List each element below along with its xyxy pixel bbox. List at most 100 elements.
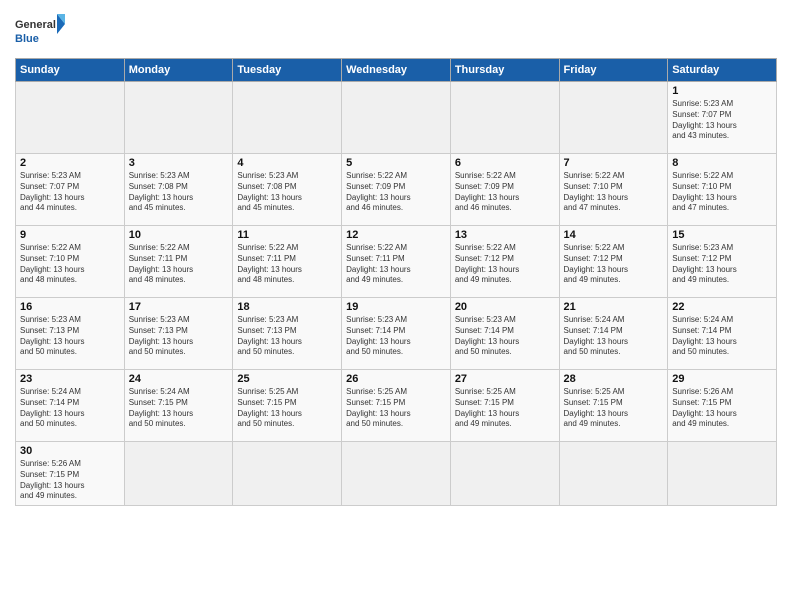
logo-svg: General Blue	[15, 10, 65, 52]
day-number: 24	[129, 373, 229, 385]
day-header-wednesday: Wednesday	[342, 59, 451, 82]
day-number: 14	[564, 229, 664, 241]
calendar-cell: 24 Sunrise: 5:24 AM Sunset: 7:15 PM Dayli…	[124, 370, 233, 442]
calendar-cell: 15 Sunrise: 5:23 AM Sunset: 7:12 PM Dayli…	[668, 226, 777, 298]
calendar-cell: 9 Sunrise: 5:22 AM Sunset: 7:10 PM Daylig…	[16, 226, 125, 298]
page-header: General Blue	[15, 10, 777, 52]
day-info: Sunrise: 5:22 AM Sunset: 7:11 PM Dayligh…	[237, 243, 337, 286]
calendar-cell	[124, 442, 233, 506]
calendar-cell: 5 Sunrise: 5:22 AM Sunset: 7:09 PM Daylig…	[342, 154, 451, 226]
day-info: Sunrise: 5:22 AM Sunset: 7:12 PM Dayligh…	[564, 243, 664, 286]
day-info: Sunrise: 5:24 AM Sunset: 7:15 PM Dayligh…	[129, 387, 229, 430]
calendar-week-row: 1 Sunrise: 5:23 AM Sunset: 7:07 PM Daylig…	[16, 82, 777, 154]
calendar-cell: 2Sunrise: 5:23 AM Sunset: 7:07 PM Daylig…	[16, 154, 125, 226]
calendar-cell	[450, 82, 559, 154]
day-number: 11	[237, 229, 337, 241]
calendar-week-row: 2Sunrise: 5:23 AM Sunset: 7:07 PM Daylig…	[16, 154, 777, 226]
day-number: 8	[672, 157, 772, 169]
calendar-cell: 19Sunrise: 5:23 AM Sunset: 7:14 PM Dayli…	[342, 298, 451, 370]
day-info: Sunrise: 5:23 AM Sunset: 7:12 PM Dayligh…	[672, 243, 772, 286]
day-number: 3	[129, 157, 229, 169]
day-info: Sunrise: 5:22 AM Sunset: 7:09 PM Dayligh…	[455, 171, 555, 214]
day-number: 7	[564, 157, 664, 169]
day-number: 27	[455, 373, 555, 385]
day-info: Sunrise: 5:22 AM Sunset: 7:10 PM Dayligh…	[20, 243, 120, 286]
day-number: 13	[455, 229, 555, 241]
calendar-week-row: 16 Sunrise: 5:23 AM Sunset: 7:13 PM Dayli…	[16, 298, 777, 370]
calendar-cell	[342, 442, 451, 506]
day-number: 4	[237, 157, 337, 169]
day-info: Sunrise: 5:25 AM Sunset: 7:15 PM Dayligh…	[455, 387, 555, 430]
calendar-cell: 30Sunrise: 5:26 AM Sunset: 7:15 PM Dayli…	[16, 442, 125, 506]
day-number: 21	[564, 301, 664, 313]
day-info: Sunrise: 5:26 AM Sunset: 7:15 PM Dayligh…	[672, 387, 772, 430]
calendar-cell	[559, 82, 668, 154]
day-number: 9	[20, 229, 120, 241]
calendar-cell: 3 Sunrise: 5:23 AM Sunset: 7:08 PM Daylig…	[124, 154, 233, 226]
day-info: Sunrise: 5:25 AM Sunset: 7:15 PM Dayligh…	[564, 387, 664, 430]
day-header-friday: Friday	[559, 59, 668, 82]
day-info: Sunrise: 5:24 AM Sunset: 7:14 PM Dayligh…	[672, 315, 772, 358]
day-info: Sunrise: 5:23 AM Sunset: 7:07 PM Dayligh…	[20, 171, 120, 214]
day-number: 28	[564, 373, 664, 385]
day-number: 15	[672, 229, 772, 241]
day-info: Sunrise: 5:22 AM Sunset: 7:09 PM Dayligh…	[346, 171, 446, 214]
calendar-cell: 25Sunrise: 5:25 AM Sunset: 7:15 PM Dayli…	[233, 370, 342, 442]
calendar-header-row: SundayMondayTuesdayWednesdayThursdayFrid…	[16, 59, 777, 82]
day-number: 22	[672, 301, 772, 313]
calendar-cell: 26 Sunrise: 5:25 AM Sunset: 7:15 PM Dayli…	[342, 370, 451, 442]
calendar-cell: 23 Sunrise: 5:24 AM Sunset: 7:14 PM Dayli…	[16, 370, 125, 442]
svg-text:General: General	[15, 19, 56, 31]
calendar-cell	[559, 442, 668, 506]
calendar-cell: 20 Sunrise: 5:23 AM Sunset: 7:14 PM Dayli…	[450, 298, 559, 370]
day-info: Sunrise: 5:22 AM Sunset: 7:10 PM Dayligh…	[564, 171, 664, 214]
calendar-cell: 6 Sunrise: 5:22 AM Sunset: 7:09 PM Daylig…	[450, 154, 559, 226]
calendar-cell	[233, 82, 342, 154]
calendar-cell: 21 Sunrise: 5:24 AM Sunset: 7:14 PM Dayli…	[559, 298, 668, 370]
day-number: 6	[455, 157, 555, 169]
day-number: 5	[346, 157, 446, 169]
calendar-cell: 22 Sunrise: 5:24 AM Sunset: 7:14 PM Dayli…	[668, 298, 777, 370]
day-info: Sunrise: 5:25 AM Sunset: 7:15 PM Dayligh…	[346, 387, 446, 430]
calendar-cell: 4Sunrise: 5:23 AM Sunset: 7:08 PM Daylig…	[233, 154, 342, 226]
calendar-cell	[450, 442, 559, 506]
day-header-saturday: Saturday	[668, 59, 777, 82]
day-info: Sunrise: 5:22 AM Sunset: 7:11 PM Dayligh…	[129, 243, 229, 286]
calendar-cell: 8 Sunrise: 5:22 AM Sunset: 7:10 PM Daylig…	[668, 154, 777, 226]
calendar-cell: 28 Sunrise: 5:25 AM Sunset: 7:15 PM Dayli…	[559, 370, 668, 442]
day-info: Sunrise: 5:23 AM Sunset: 7:13 PM Dayligh…	[237, 315, 337, 358]
calendar-cell: 11 Sunrise: 5:22 AM Sunset: 7:11 PM Dayli…	[233, 226, 342, 298]
day-info: Sunrise: 5:23 AM Sunset: 7:07 PM Dayligh…	[672, 99, 772, 142]
calendar-cell	[124, 82, 233, 154]
calendar-cell: 7 Sunrise: 5:22 AM Sunset: 7:10 PM Daylig…	[559, 154, 668, 226]
day-info: Sunrise: 5:24 AM Sunset: 7:14 PM Dayligh…	[564, 315, 664, 358]
day-info: Sunrise: 5:22 AM Sunset: 7:10 PM Dayligh…	[672, 171, 772, 214]
calendar-week-row: 23 Sunrise: 5:24 AM Sunset: 7:14 PM Dayli…	[16, 370, 777, 442]
day-header-tuesday: Tuesday	[233, 59, 342, 82]
calendar-cell: 18Sunrise: 5:23 AM Sunset: 7:13 PM Dayli…	[233, 298, 342, 370]
calendar-cell: 12Sunrise: 5:22 AM Sunset: 7:11 PM Dayli…	[342, 226, 451, 298]
day-number: 23	[20, 373, 120, 385]
day-number: 16	[20, 301, 120, 313]
calendar-cell	[342, 82, 451, 154]
day-number: 1	[672, 85, 772, 97]
day-header-thursday: Thursday	[450, 59, 559, 82]
day-info: Sunrise: 5:23 AM Sunset: 7:14 PM Dayligh…	[455, 315, 555, 358]
svg-text:Blue: Blue	[15, 33, 39, 45]
day-header-sunday: Sunday	[16, 59, 125, 82]
day-number: 30	[20, 445, 120, 457]
day-info: Sunrise: 5:23 AM Sunset: 7:08 PM Dayligh…	[129, 171, 229, 214]
day-info: Sunrise: 5:22 AM Sunset: 7:11 PM Dayligh…	[346, 243, 446, 286]
calendar-cell	[16, 82, 125, 154]
day-info: Sunrise: 5:23 AM Sunset: 7:14 PM Dayligh…	[346, 315, 446, 358]
day-info: Sunrise: 5:24 AM Sunset: 7:14 PM Dayligh…	[20, 387, 120, 430]
day-number: 26	[346, 373, 446, 385]
calendar-cell: 29 Sunrise: 5:26 AM Sunset: 7:15 PM Dayli…	[668, 370, 777, 442]
calendar-cell: 14 Sunrise: 5:22 AM Sunset: 7:12 PM Dayli…	[559, 226, 668, 298]
calendar-cell: 16Sunrise: 5:23 AM Sunset: 7:13 PM Dayli…	[16, 298, 125, 370]
day-number: 29	[672, 373, 772, 385]
calendar-week-row: 30Sunrise: 5:26 AM Sunset: 7:15 PM Dayli…	[16, 442, 777, 506]
calendar-week-row: 9 Sunrise: 5:22 AM Sunset: 7:10 PM Daylig…	[16, 226, 777, 298]
calendar-cell: 17Sunrise: 5:23 AM Sunset: 7:13 PM Dayli…	[124, 298, 233, 370]
day-number: 20	[455, 301, 555, 313]
